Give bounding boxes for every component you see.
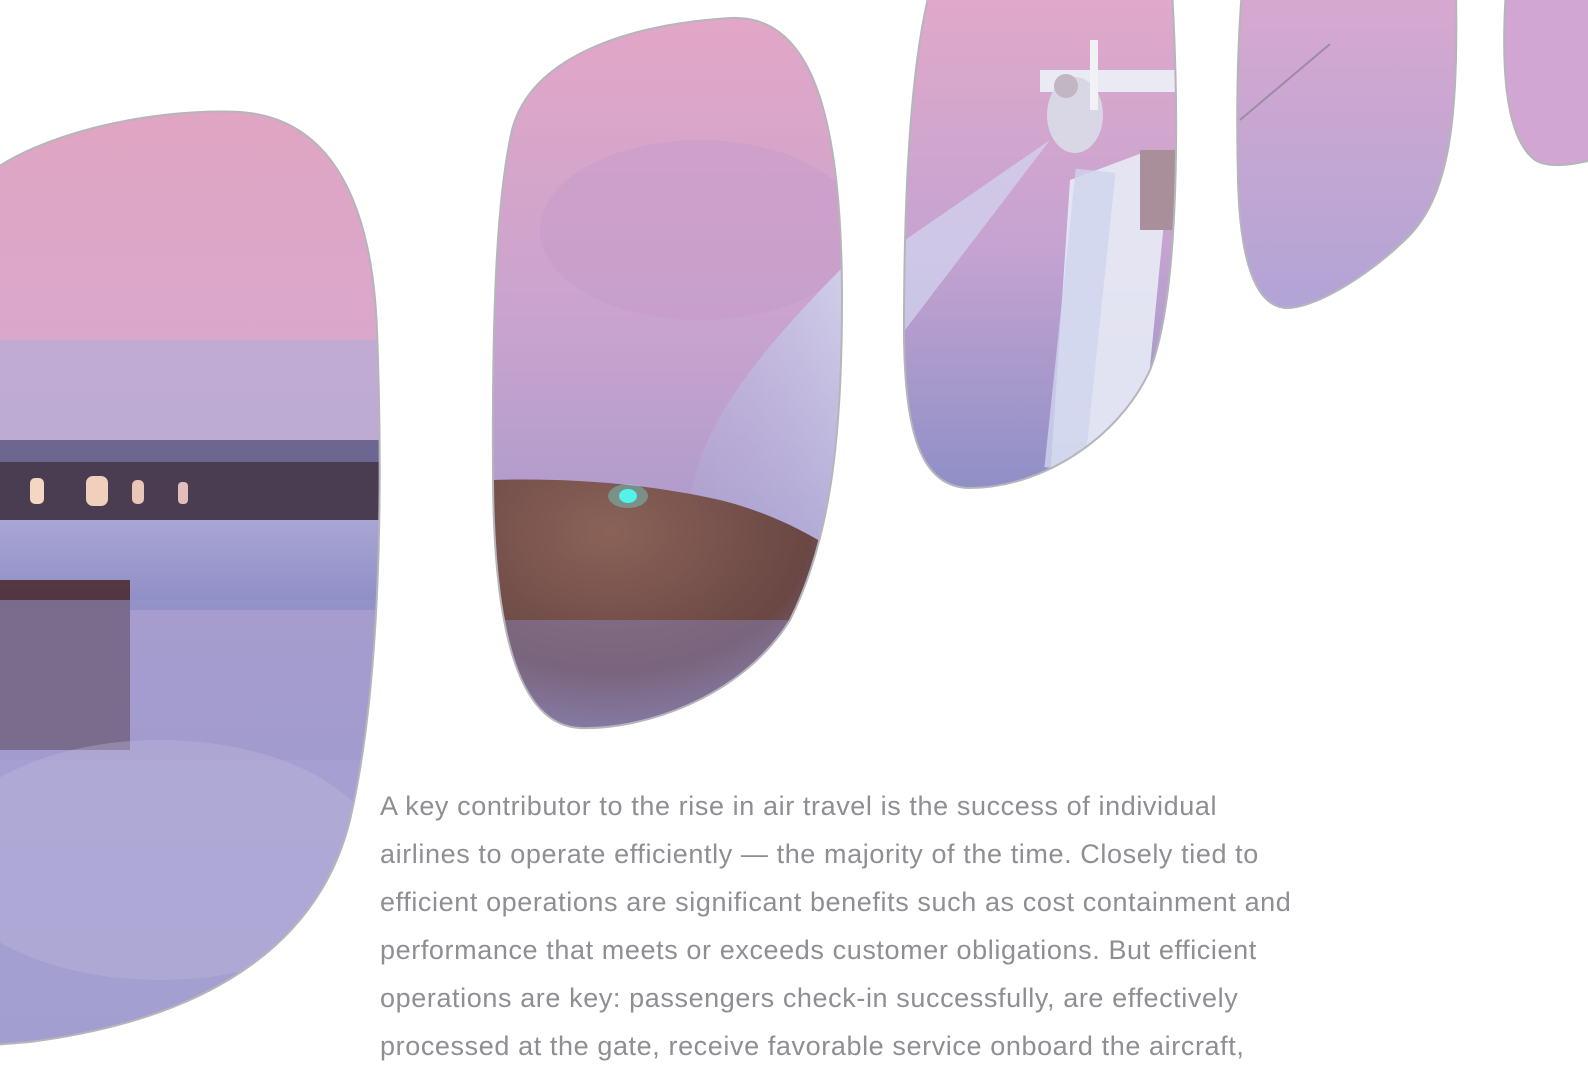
paragraph-line: A key contributor to the rise in air tra… xyxy=(380,791,1218,821)
paragraph-line: processed at the gate, receive favorable… xyxy=(380,1031,1245,1061)
paragraph-line: airlines to operate efficiently — the ma… xyxy=(380,839,1259,869)
window-4-sky xyxy=(1236,0,1458,310)
window-2-wing-spray xyxy=(491,16,844,730)
paragraph-line: efficient operations are significant ben… xyxy=(380,887,1292,917)
window-5-sky-partial xyxy=(1503,0,1588,167)
body-paragraph: A key contributor to the rise in air tra… xyxy=(380,782,1440,1070)
paragraph-line: performance that meets or exceeds custom… xyxy=(380,935,1257,965)
window-3-deicing-boom xyxy=(902,0,1178,490)
paragraph-line: operations are key: passengers check-in … xyxy=(380,983,1239,1013)
window-1-fuselage xyxy=(0,110,381,1046)
